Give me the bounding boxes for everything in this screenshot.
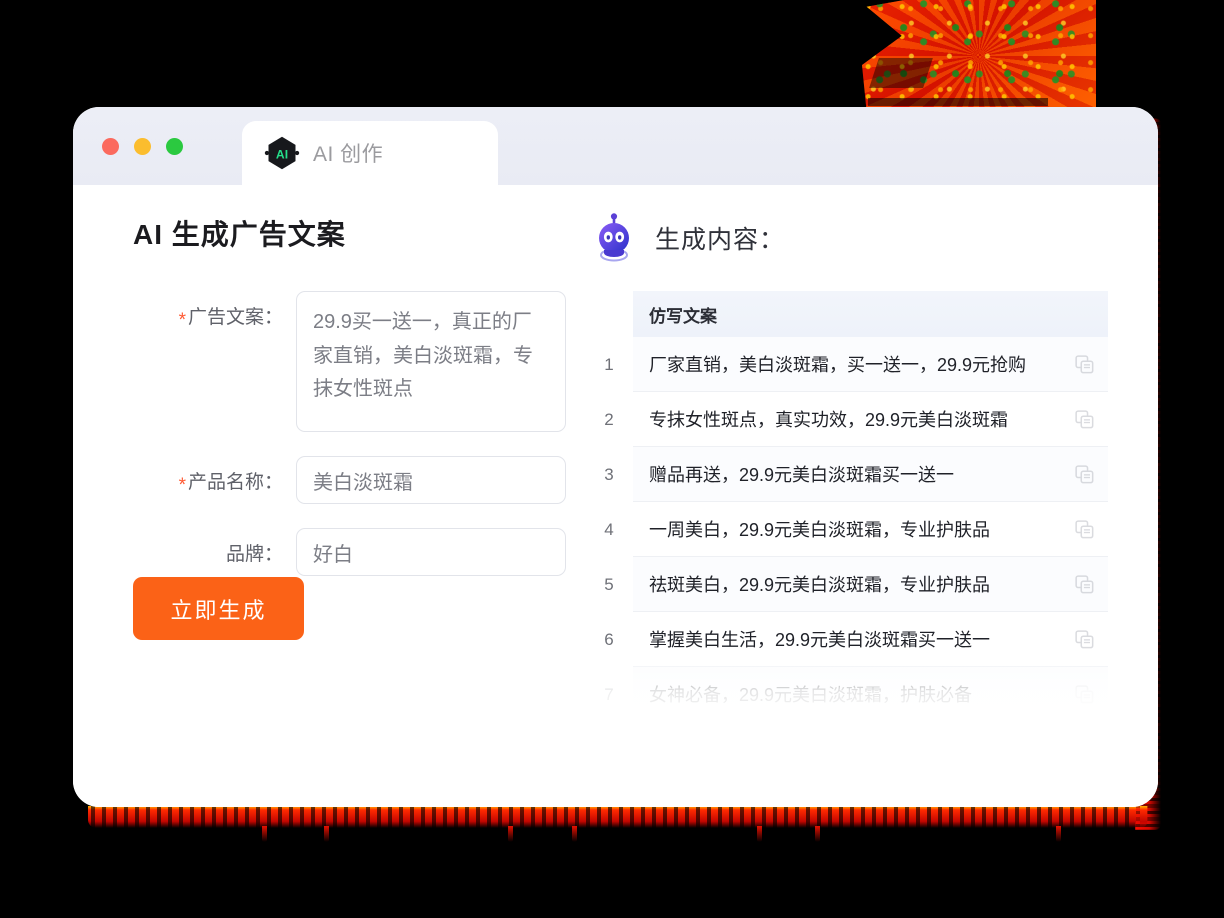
robot-icon — [599, 213, 629, 262]
app-window: AI AI 创作 AI 生成广告文案 * 广告文案： 29.9买一送一，真正的厂家… — [73, 107, 1158, 807]
copy-icon[interactable] — [1075, 519, 1094, 539]
table-row[interactable]: 4 一周美白，29.9元美白淡斑霜，专业护肤品 — [585, 502, 1108, 557]
minimize-window-button[interactable] — [134, 138, 151, 155]
row-body: 专抹女性斑点，真实功效，29.9元美白淡斑霜 — [633, 392, 1108, 447]
row-index: 1 — [604, 354, 614, 374]
decorative-notch — [869, 58, 933, 88]
tab-ai-creation[interactable]: AI AI 创作 — [242, 121, 498, 185]
copy-icon[interactable] — [1075, 464, 1094, 484]
traffic-light-group — [102, 138, 183, 155]
row-text: 赠品再送，29.9元美白淡斑霜买一送一 — [649, 465, 955, 485]
copy-icon[interactable] — [1075, 354, 1094, 374]
tab-label: AI 创作 — [313, 143, 384, 166]
decorative-texture — [862, 0, 1096, 112]
required-asterisk: * — [178, 310, 186, 331]
table-rows-container: 1 厂家直销，美白淡斑霜，买一送一，29.9元抢购 2 专抹女性斑点，真实功效，29.… — [585, 337, 1108, 721]
red-glow-bottom-edge — [88, 806, 1148, 828]
decorative-bar — [868, 98, 1048, 106]
copy-icon[interactable] — [1075, 684, 1094, 704]
row-text: 祛斑美白，29.9元美白淡斑霜，专业护肤品 — [649, 575, 991, 595]
close-window-button[interactable] — [102, 138, 119, 155]
copy-icon[interactable] — [1075, 409, 1094, 429]
glow-drip — [815, 826, 820, 842]
table-row[interactable]: 3 赠品再送，29.9元美白淡斑霜买一送一 — [585, 447, 1108, 502]
field-label-wrapper: 品牌： — [133, 528, 296, 576]
row-index: 6 — [604, 629, 614, 649]
field-brand: 品牌： 好白 — [133, 528, 573, 576]
table-row[interactable]: 7 女神必备，29.9元美白淡斑霜，护肤必备 — [585, 667, 1108, 721]
window-titlebar: AI AI 创作 — [73, 107, 1158, 185]
glow-drip — [757, 826, 762, 842]
row-body: 女神必备，29.9元美白淡斑霜，护肤必备 — [633, 667, 1108, 721]
row-text: 厂家直销，美白淡斑霜，买一送一，29.9元抢购 — [649, 355, 1027, 375]
glow-drip — [1056, 826, 1061, 842]
row-text: 女神必备，29.9元美白淡斑霜，护肤必备 — [649, 685, 973, 705]
page-title: AI 生成广告文案 — [133, 219, 346, 250]
generate-button[interactable]: 立即生成 — [133, 577, 304, 640]
glow-drip — [572, 826, 577, 842]
copy-icon[interactable] — [1075, 629, 1094, 649]
results-table: 仿写文案 1 厂家直销，美白淡斑霜，买一送一，29.9元抢购 2 专抹女性斑点，真实功… — [585, 291, 1108, 721]
row-body: 一周美白，29.9元美白淡斑霜，专业护肤品 — [633, 502, 1108, 557]
required-asterisk: * — [178, 475, 186, 496]
window-body: AI 生成广告文案 * 广告文案： 29.9买一送一，真正的厂家直销，美白淡斑霜，… — [73, 185, 1158, 807]
row-body: 掌握美白生活，29.9元美白淡斑霜买一送一 — [633, 612, 1108, 667]
copy-icon[interactable] — [1075, 574, 1094, 594]
field-label-wrapper: * 产品名称： — [133, 456, 296, 504]
ai-hexagon-icon: AI — [264, 136, 300, 170]
row-text: 掌握美白生活，29.9元美白淡斑霜买一送一 — [649, 630, 991, 650]
field-label: 广告文案： — [187, 307, 283, 328]
results-panel: 生成内容： 仿写文案 1 厂家直销，美白淡斑霜，买一送一，29.9元抢购 2 专抹女性… — [573, 185, 1158, 807]
row-index: 5 — [604, 574, 614, 594]
row-index: 7 — [604, 684, 614, 704]
table-column-header: 仿写文案 — [633, 291, 1108, 337]
screenshot-stage: AI AI 创作 AI 生成广告文案 * 广告文案： 29.9买一送一，真正的厂家… — [0, 0, 1224, 918]
row-body: 厂家直销，美白淡斑霜，买一送一，29.9元抢购 — [633, 337, 1108, 392]
row-index: 2 — [604, 409, 614, 429]
maximize-window-button[interactable] — [166, 138, 183, 155]
field-label: 品牌： — [225, 544, 283, 565]
field-label: 产品名称： — [187, 472, 283, 493]
table-row[interactable]: 1 厂家直销，美白淡斑霜，买一送一，29.9元抢购 — [585, 337, 1108, 392]
product-name-input[interactable]: 美白淡斑霜 — [296, 456, 566, 504]
row-body: 赠品再送，29.9元美白淡斑霜买一送一 — [633, 447, 1108, 502]
row-text: 专抹女性斑点，真实功效，29.9元美白淡斑霜 — [649, 410, 1009, 430]
field-label-wrapper: * 广告文案： — [133, 291, 296, 432]
brand-input[interactable]: 好白 — [296, 528, 566, 576]
results-header: 生成内容： — [585, 213, 1108, 263]
row-body: 祛斑美白，29.9元美白淡斑霜，专业护肤品 — [633, 557, 1108, 612]
row-index: 4 — [604, 519, 614, 539]
svg-text:AI: AI — [276, 147, 288, 161]
field-ad-copy: * 广告文案： 29.9买一送一，真正的厂家直销，美白淡斑霜，专抹女性斑点 — [133, 291, 573, 432]
glow-drip — [324, 826, 329, 842]
form-panel: AI 生成广告文案 * 广告文案： 29.9买一送一，真正的厂家直销，美白淡斑霜，… — [73, 185, 573, 807]
table-row[interactable]: 2 专抹女性斑点，真实功效，29.9元美白淡斑霜 — [585, 392, 1108, 447]
table-row[interactable]: 6 掌握美白生活，29.9元美白淡斑霜买一送一 — [585, 612, 1108, 667]
glow-drip — [508, 826, 513, 842]
glow-drip — [262, 826, 267, 842]
ad-copy-textarea[interactable]: 29.9买一送一，真正的厂家直销，美白淡斑霜，专抹女性斑点 — [296, 291, 566, 432]
results-title: 生成内容： — [655, 226, 786, 254]
row-index: 3 — [604, 464, 614, 484]
table-row[interactable]: 5 祛斑美白，29.9元美白淡斑霜，专业护肤品 — [585, 557, 1108, 612]
decorative-red-graphic — [862, 0, 1096, 112]
field-product-name: * 产品名称： 美白淡斑霜 — [133, 456, 573, 504]
row-text: 一周美白，29.9元美白淡斑霜，专业护肤品 — [649, 520, 991, 540]
